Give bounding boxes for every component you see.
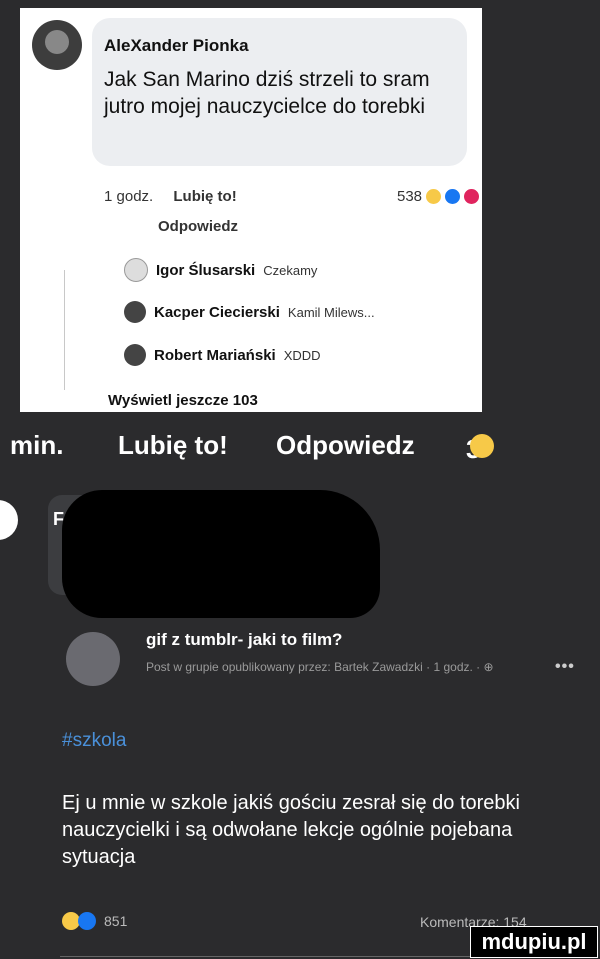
view-more-replies[interactable]: Wyświetl jeszcze 103 — [108, 392, 258, 409]
reply-text: XDDD — [283, 347, 321, 363]
more-options-icon[interactable]: ••• — [555, 658, 575, 676]
reply-button[interactable]: Odpowiedz — [276, 430, 415, 461]
comment-card: AleXander Pionka Jak San Marino dziś str… — [20, 8, 482, 412]
reaction-count: 851 — [104, 913, 128, 929]
reply-button[interactable]: Odpowiedz — [158, 218, 238, 235]
haha-emoji-icon — [470, 434, 494, 458]
group-avatar[interactable] — [66, 632, 120, 686]
reply-author: Robert Mariański — [154, 346, 276, 364]
redaction-blob — [62, 490, 380, 618]
reply-item[interactable]: Kacper Ciecierski Kamil Milews... — [124, 301, 375, 323]
thread-line — [64, 270, 65, 390]
like-reaction-icon — [78, 912, 96, 930]
reaction-summary[interactable]: 538 — [397, 188, 480, 205]
avatar — [124, 344, 146, 366]
post-hashtag[interactable]: #szkola — [62, 730, 126, 752]
love-reaction-icon — [464, 189, 480, 204]
post-meta: Post w grupie opublikowany przez: Bartek… — [146, 657, 526, 677]
comment-time: 1 godz. — [104, 188, 154, 205]
comment-author[interactable]: AleXander Pionka — [104, 36, 249, 56]
avatar — [0, 500, 18, 540]
globe-icon: ⊕ — [483, 660, 494, 674]
reply-text: Czekamy — [263, 262, 318, 278]
action-time: min. — [10, 430, 64, 460]
post-title[interactable]: gif z tumblr- jaki to film? — [146, 630, 342, 650]
post-body: Ej u mnie w szkole jakiś gościu zesrał s… — [62, 792, 520, 868]
reply-author: Kacper Ciecierski — [154, 303, 280, 321]
avatar[interactable] — [32, 20, 82, 70]
reply-item[interactable]: Robert Mariański XDDD — [124, 344, 321, 366]
like-button[interactable]: Lubię to! — [173, 188, 236, 205]
reply-author: Igor Ślusarski — [156, 261, 256, 279]
divider — [60, 956, 540, 957]
like-button[interactable]: Lubię to! — [118, 430, 228, 461]
reaction-count: 538 — [397, 188, 423, 205]
watermark-logo: mdupiu.pl — [470, 926, 598, 958]
avatar — [124, 258, 148, 282]
post-meta-text: Post w grupie opublikowany przez: Bartek… — [146, 660, 484, 674]
reply-item[interactable]: Igor Ślusarski Czekamy — [124, 258, 317, 282]
reply-text: Kamil Milews... — [287, 304, 375, 320]
like-reaction-icon — [445, 189, 461, 204]
haha-reaction-icon — [426, 189, 442, 204]
comment-meta: 1 godz. Lubię to! — [104, 188, 237, 205]
avatar — [124, 301, 146, 323]
action-bar: min. Lubię to! Odpowiedz 3 — [0, 426, 600, 466]
post-reactions[interactable]: 851 — [62, 912, 127, 930]
comment-text: Jak San Marino dziś strzeli to sram jutr… — [104, 68, 430, 118]
